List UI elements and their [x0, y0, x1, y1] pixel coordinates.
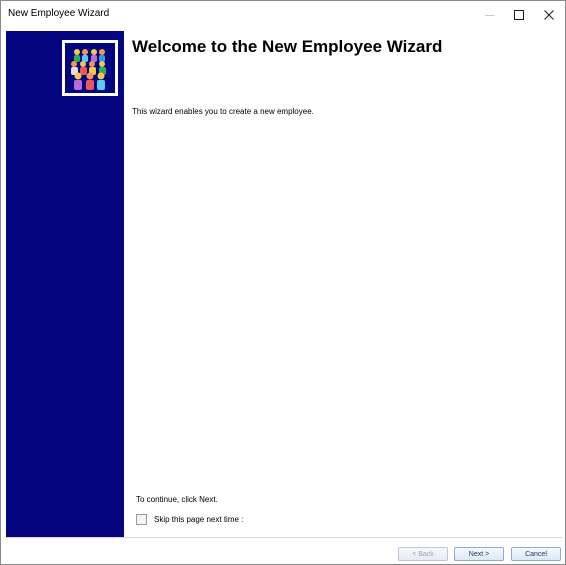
window-title: New Employee Wizard	[8, 8, 110, 19]
minimize-icon	[484, 14, 494, 16]
wizard-window: New Employee Wizard Welcome to the New E…	[0, 0, 566, 565]
maximize-button[interactable]	[504, 1, 534, 29]
wizard-content: Welcome to the New Employee Wizard This …	[124, 31, 564, 537]
page-title: Welcome to the New Employee Wizard	[132, 37, 443, 56]
maximize-icon	[514, 10, 524, 20]
skip-page-label[interactable]: Skip this page next time :	[154, 515, 243, 524]
wizard-logo	[62, 40, 118, 96]
skip-page-row[interactable]: Skip this page next time :	[136, 513, 243, 525]
employees-group-icon	[71, 49, 106, 90]
skip-page-checkbox[interactable]	[136, 513, 147, 525]
cancel-button[interactable]: Cancel	[511, 547, 561, 561]
continue-instruction: To continue, click Next.	[136, 495, 218, 504]
close-icon	[544, 10, 554, 20]
footer-divider	[6, 537, 562, 538]
minimize-button[interactable]	[474, 1, 504, 29]
title-bar: New Employee Wizard	[1, 1, 565, 29]
close-button[interactable]	[534, 1, 564, 29]
next-button[interactable]: Next >	[454, 547, 504, 561]
back-button[interactable]: < Back	[398, 547, 448, 561]
intro-text: This wizard enables you to create a new …	[132, 107, 314, 116]
wizard-sidebar	[6, 31, 124, 537]
